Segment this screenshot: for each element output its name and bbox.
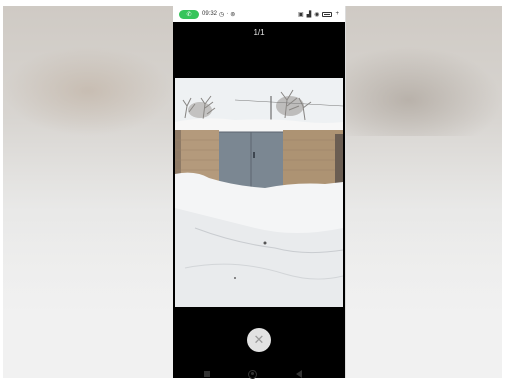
notification-icon: ⊚ [230,11,236,18]
home-button[interactable] [245,366,261,382]
garage-photo[interactable] [175,78,343,307]
nfc-icon: ▣ [297,11,304,18]
garage-photo-illustration [175,78,343,307]
home-circle-icon [248,369,257,379]
blurred-background-left [3,6,173,378]
status-bar: ✆ 09:32 ◷ · ⊚ ▣ ▟ ◉ + [173,6,345,22]
close-viewer-button[interactable]: ✕ [247,328,271,352]
call-indicator-badge[interactable]: ✆ [179,9,199,19]
status-time: 09:32 [202,11,218,17]
square-icon [203,371,210,377]
back-triangle-icon [295,370,302,378]
recents-button[interactable] [199,366,215,382]
phone-icon: ✆ [186,11,192,18]
image-counter: 1/1 [253,28,265,37]
blurred-background-right [346,6,502,378]
navigation-bar [0,366,505,382]
back-button[interactable] [291,366,307,382]
phone-screen: ✆ 09:32 ◷ · ⊚ ▣ ▟ ◉ + 1/1 ✕ [173,6,345,378]
wifi-icon: ◉ [314,11,320,18]
battery-icon [322,11,333,17]
dot-icon: · [226,11,229,17]
close-icon: ✕ [253,332,265,347]
charging-icon: + [335,11,339,17]
signal-icon: ▟ [306,11,312,18]
alarm-icon: ◷ [219,11,225,18]
